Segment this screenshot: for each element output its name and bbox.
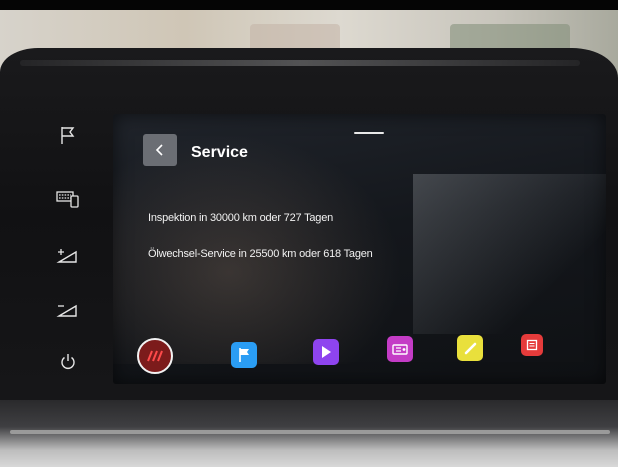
- back-button[interactable]: [143, 134, 177, 166]
- infotainment-screen: Service Inspektion in 30000 km oder 727 …: [113, 114, 606, 384]
- radio-icon: [392, 344, 408, 355]
- brightness-up-icon: [56, 249, 77, 263]
- power-key[interactable]: [52, 348, 84, 374]
- page-title: Service: [191, 144, 248, 161]
- glass-reflection: [413, 174, 606, 334]
- apps-icon: [526, 339, 538, 351]
- media-play-icon: [322, 346, 331, 358]
- brightness-up-key[interactable]: [52, 243, 84, 269]
- brightness-down-key[interactable]: [52, 297, 84, 323]
- flag-key[interactable]: [52, 122, 84, 148]
- keyboard-phone-icon: [56, 191, 79, 208]
- stripes-icon: [147, 350, 163, 362]
- oil-change-info: Ölwechsel-Service in 25500 km oder 618 T…: [148, 248, 373, 260]
- media-app-button[interactable]: [313, 339, 339, 365]
- apps-button[interactable]: [521, 334, 543, 356]
- keyboard-phone-key[interactable]: [52, 185, 84, 211]
- top-frame: [0, 0, 618, 10]
- chrome-strip: [10, 430, 610, 434]
- brightness-down-icon: [56, 304, 77, 317]
- navigation-flag-icon: [239, 348, 249, 362]
- home-button[interactable]: [137, 338, 173, 374]
- phone-app-button[interactable]: [457, 335, 483, 361]
- chevron-left-icon: [155, 144, 163, 156]
- flag-icon: [61, 127, 75, 144]
- power-icon: [61, 354, 75, 369]
- radio-app-button[interactable]: [387, 336, 413, 362]
- inspection-info: Inspektion in 30000 km oder 727 Tagen: [148, 212, 334, 224]
- navigation-app-button[interactable]: [231, 342, 257, 368]
- page-indicator: [354, 132, 384, 134]
- bezel-highlight: [20, 60, 580, 66]
- phone-icon: [464, 342, 477, 355]
